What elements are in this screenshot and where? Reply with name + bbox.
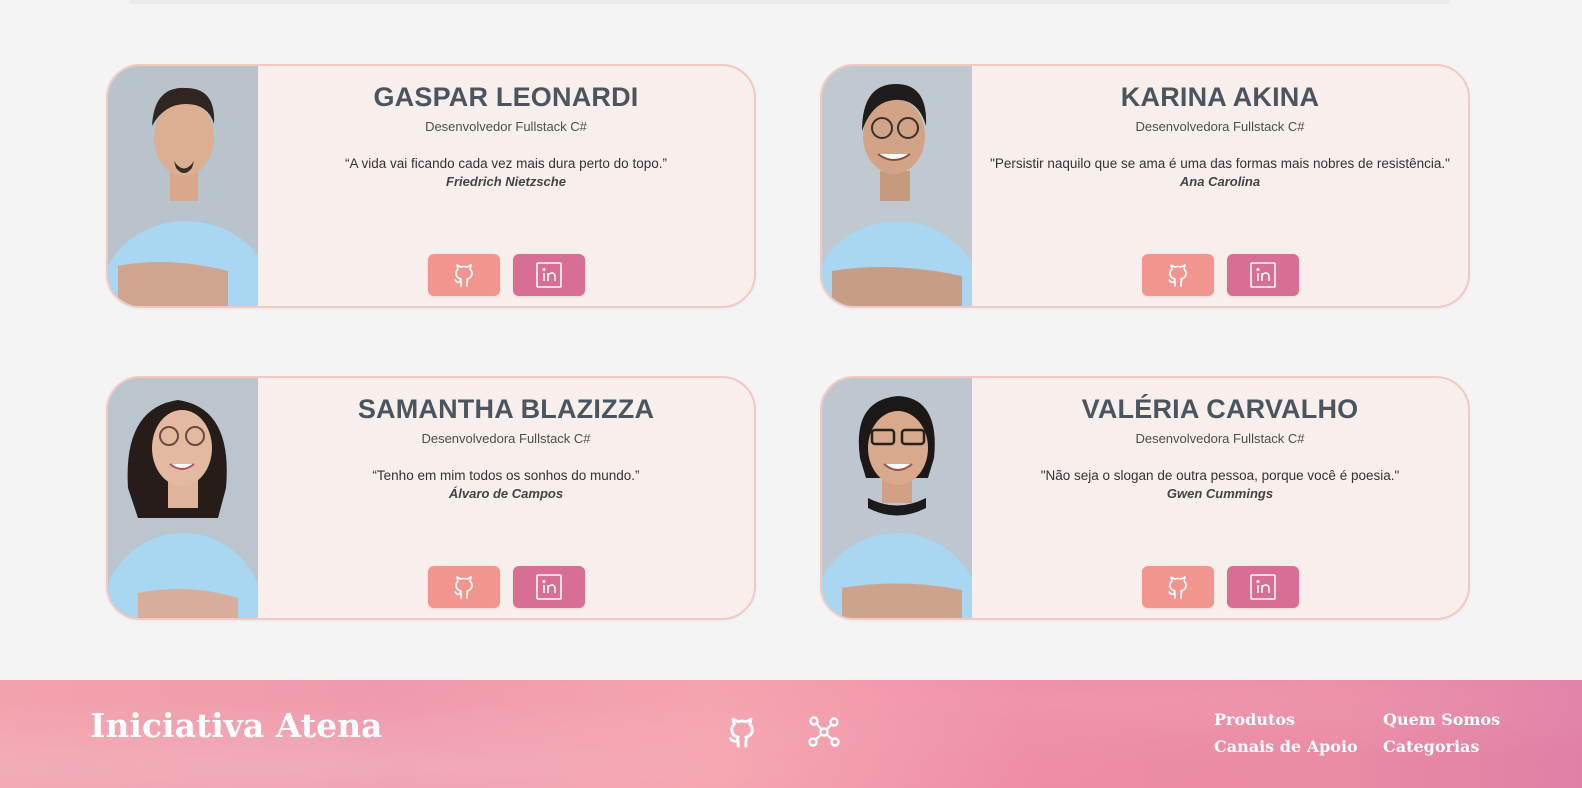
linkedin-icon (1249, 262, 1276, 288)
github-icon (1167, 576, 1187, 599)
footer-github-link[interactable] (724, 714, 760, 755)
footer-link-produtos[interactable]: Produtos (1214, 710, 1295, 729)
member-photo (108, 378, 258, 618)
member-quote: "Persistir naquilo que se ama é uma das … (990, 156, 1450, 171)
member-role: Desenvolvedora Fullstack C# (1135, 119, 1305, 134)
member-quote: “A vida vai ficando cada vez mais dura p… (345, 156, 667, 171)
footer-link-canais[interactable]: Canais de Apoio (1214, 737, 1358, 756)
quote-author: Ana Carolina (1179, 174, 1261, 189)
member-name: SAMANTHA BLAZIZZA (357, 394, 655, 424)
member-role: Desenvolvedora Fullstack C# (421, 431, 591, 446)
linkedin-button[interactable] (512, 254, 585, 296)
linkedin-icon (535, 574, 562, 600)
github-icon (729, 717, 754, 748)
github-icon (453, 576, 473, 599)
footer-brand[interactable]: Iniciativa Atena (90, 706, 382, 745)
member-photo (822, 378, 972, 618)
member-name: KARINA AKINA (1120, 82, 1320, 112)
github-button[interactable] (427, 566, 500, 608)
member-role: Desenvolvedora Fullstack C# (1135, 431, 1305, 446)
member-photo (822, 66, 972, 306)
linkedin-icon (1249, 574, 1276, 600)
footer-link-quem-somos[interactable]: Quem Somos (1383, 710, 1500, 729)
network-icon (808, 716, 840, 747)
team-card: VALÉRIA CARVALHO Desenvolvedora Fullstac… (820, 376, 1470, 620)
member-name: GASPAR LEONARDI (373, 82, 639, 112)
linkedin-button[interactable] (512, 566, 585, 608)
footer: Iniciativa Atena Produtos Canais de Apoi… (0, 680, 1582, 788)
member-name: VALÉRIA CARVALHO (1081, 394, 1359, 424)
footer-network-link[interactable] (806, 714, 842, 755)
linkedin-button[interactable] (1226, 566, 1299, 608)
team-card: KARINA AKINA Desenvolvedora Fullstack C#… (820, 64, 1470, 308)
team-card: SAMANTHA BLAZIZZA Desenvolvedora Fullsta… (106, 376, 756, 620)
github-button[interactable] (427, 254, 500, 296)
linkedin-icon (535, 262, 562, 288)
github-icon (1167, 264, 1187, 287)
github-button[interactable] (1141, 566, 1214, 608)
member-quote: “Tenho em mim todos os sonhos do mundo.” (372, 468, 640, 483)
footer-link-categorias[interactable]: Categorias (1383, 737, 1479, 756)
member-role: Desenvolvedor Fullstack C# (425, 119, 587, 134)
quote-author: Álvaro de Campos (448, 486, 564, 501)
quote-author: Friedrich Nietzsche (446, 174, 566, 189)
github-button[interactable] (1141, 254, 1214, 296)
github-icon (453, 264, 473, 287)
linkedin-button[interactable] (1226, 254, 1299, 296)
member-photo (108, 66, 258, 306)
quote-author: Gwen Cummings (1166, 486, 1274, 501)
top-divider (130, 0, 1450, 4)
member-quote: "Não seja o slogan de outra pessoa, porq… (1040, 468, 1400, 483)
team-card: GASPAR LEONARDI Desenvolvedor Fullstack … (106, 64, 756, 308)
